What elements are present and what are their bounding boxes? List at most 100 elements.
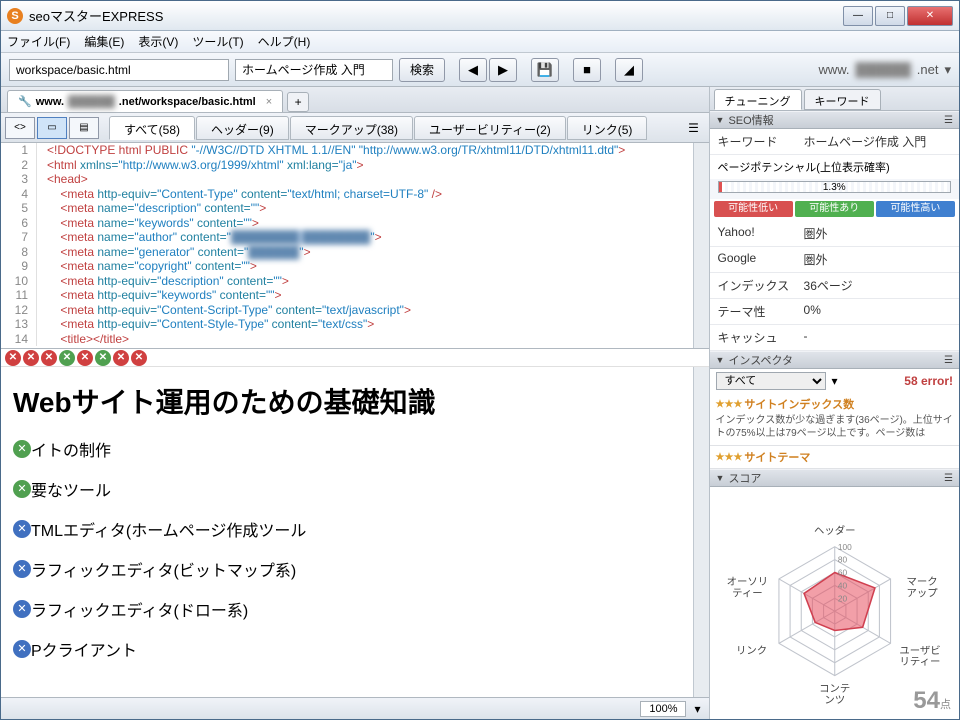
radar-chart: 10080604020ヘッダーマークアップユーザビリティーコンテンツリンクオーソ… [710,487,959,719]
preview-item: ✕Pクライアント [13,637,681,661]
nav-forward-button[interactable]: ▶ [489,58,517,82]
domain-dropdown-icon[interactable]: ▾ [944,62,951,78]
stop-button[interactable]: ■ [573,58,601,82]
potential-label: ページポテンシャル(上位表示確率) [710,155,959,179]
score-section-header[interactable]: ▼スコア☰ [710,469,959,487]
svg-text:アップ: アップ [906,588,938,600]
app-icon: S [7,8,23,24]
metric-row: Yahoo!圏外 [710,221,959,247]
maximize-button[interactable]: □ [875,6,905,26]
svg-text:ヘッダー: ヘッダー [814,525,856,538]
nav-back-button[interactable]: ◀ [459,58,487,82]
menu-help[interactable]: ヘルプ(H) [258,33,311,50]
inspector-filter-select[interactable]: すべて [716,372,826,390]
app-window: S seoマスターEXPRESS — □ ✕ ファイル(F) 編集(E) 表示(… [0,0,960,720]
seo-section-header[interactable]: ▼SEO情報☰ [710,111,959,129]
score-display: 54点 [913,687,951,715]
right-tabs: チューニングキーワード [710,87,959,111]
svg-text:ティー: ティー [732,589,763,600]
add-tab-button[interactable]: + [287,92,309,112]
error-badge[interactable]: ✕ [23,350,39,366]
svg-text:40: 40 [837,581,847,591]
error-badge[interactable]: ✕ [41,350,57,366]
svg-text:マーク: マーク [906,576,937,588]
right-tab[interactable]: キーワード [804,89,881,110]
preview-pane[interactable]: Webサイト運用のための基礎知識 ✕イトの制作 ✕要なツール ✕TMLエディタ(ホー… [1,367,693,697]
zoom-dropdown-icon[interactable]: ▾ [694,702,700,716]
view-split-button[interactable]: ▭ [37,117,67,139]
svg-text:リティー: リティー [899,658,940,669]
domain-display[interactable]: www.██████.net ▾ [818,62,951,78]
zoom-display[interactable]: 100% [640,701,686,717]
error-badge[interactable]: ✕ [131,350,147,366]
menu-view[interactable]: 表示(V) [138,33,178,50]
close-button[interactable]: ✕ [907,6,953,26]
keyword-row: キーワード ホームページ作成 入門 [710,129,959,155]
tab-close-icon[interactable]: × [266,96,272,108]
menu-file[interactable]: ファイル(F) [7,33,70,50]
error-badge[interactable]: ✕ [59,350,75,366]
metric-row: キャッシュ- [710,325,959,351]
item-badge-icon: ✕ [13,600,31,618]
metric-row: Google圏外 [710,247,959,273]
preview-scrollbar[interactable] [693,367,709,697]
inspector-item[interactable]: ★★★ サイトテーマ [710,446,959,469]
preview-item: ✕イトの制作 [13,437,681,461]
preview-item: ✕ラフィックエディタ(ビットマップ系) [13,557,681,581]
svg-text:オーソリ: オーソリ [726,576,768,588]
titlebar: S seoマスターEXPRESS — □ ✕ [1,1,959,31]
error-badges-row: ✕✕✕✕✕✕✕✕ [1,349,709,367]
inspector-item[interactable]: ★★★ サイトインデックス数インデックス数が少な過ぎます(36ページ)。上位サイ… [710,393,959,446]
error-badge[interactable]: ✕ [95,350,111,366]
section-menu-icon[interactable]: ☰ [944,115,953,126]
inspector-section-header[interactable]: ▼インスペクタ☰ [710,351,959,369]
potential-bar: 1.3% [718,181,951,193]
search-button[interactable]: 検索 [399,58,445,82]
svg-text:リンク: リンク [736,645,767,657]
save-button[interactable]: 💾 [531,58,559,82]
right-pane: チューニングキーワード ▼SEO情報☰ キーワード ホームページ作成 入門 ペー… [710,87,959,719]
svg-text:20: 20 [837,594,847,604]
dropdown-icon: ▾ [832,374,838,388]
potential-legend: 可能性低い 可能性あり 可能性高い [710,199,959,221]
code-scrollbar[interactable] [693,143,709,348]
error-count: 58 error! [904,374,953,388]
menu-tools[interactable]: ツール(T) [192,33,243,50]
view-toolbar: <> ▭ ▤ すべて(58)ヘッダー(9)マークアップ(38)ユーザービリティー… [1,113,709,143]
path-input[interactable] [9,59,229,81]
query-input[interactable] [235,59,393,81]
filter-tab[interactable]: すべて(58) [109,116,195,140]
right-tab[interactable]: チューニング [714,89,802,110]
filter-tab[interactable]: マークアップ(38) [290,116,413,140]
preview-item: ✕ラフィックエディタ(ドロー系) [13,597,681,621]
eraser-button[interactable]: ◢ [615,58,643,82]
metric-row: テーマ性0% [710,299,959,325]
error-badge[interactable]: ✕ [113,350,129,366]
menu-edit[interactable]: 編集(E) [84,33,124,50]
inspector-controls: すべて ▾ 58 error! [710,369,959,393]
preview-item: ✕TMLエディタ(ホームページ作成ツール [13,517,681,541]
svg-text:60: 60 [837,568,847,578]
svg-text:100: 100 [837,542,851,552]
document-tab[interactable]: 🔧 www.██████.net/workspace/basic.html × [7,90,283,112]
view-code-button[interactable]: <> [5,117,35,139]
minimize-button[interactable]: — [843,6,873,26]
preview-item: ✕要なツール [13,477,681,501]
item-badge-icon: ✕ [13,520,31,538]
view-preview-button[interactable]: ▤ [69,117,99,139]
filter-tab[interactable]: ユーザービリティー(2) [414,116,566,140]
menubar: ファイル(F) 編集(E) 表示(V) ツール(T) ヘルプ(H) [1,31,959,53]
item-badge-icon: ✕ [13,640,31,658]
error-badge[interactable]: ✕ [77,350,93,366]
section-menu-icon[interactable]: ☰ [944,355,953,366]
svg-text:80: 80 [837,555,847,565]
section-menu-icon[interactable]: ☰ [944,473,953,484]
filter-menu-icon[interactable]: ☰ [683,121,705,135]
item-badge-icon: ✕ [13,560,31,578]
status-bar: 100% ▾ [1,697,709,719]
error-badge[interactable]: ✕ [5,350,21,366]
filter-tab[interactable]: ヘッダー(9) [196,116,289,140]
filter-tab[interactable]: リンク(5) [567,116,648,140]
preview-heading: Webサイト運用のための基礎知識 [13,381,681,421]
code-editor[interactable]: 1<!DOCTYPE html PUBLIC "-//W3C//DTD XHTM… [1,143,693,349]
